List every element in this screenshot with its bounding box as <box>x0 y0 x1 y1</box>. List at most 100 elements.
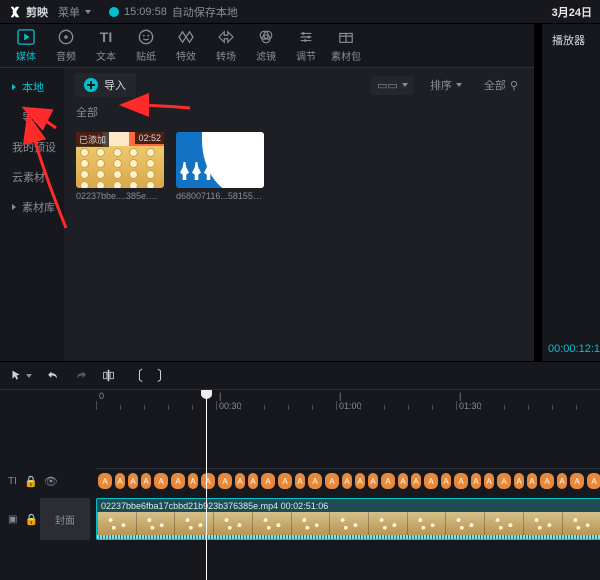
filter-dropdown[interactable]: 全部 ⚲ <box>478 74 524 96</box>
thumb-title: 02237bbe....385e.mp4 <box>76 191 164 201</box>
text-clip[interactable]: A <box>218 473 232 489</box>
text-clip[interactable]: A <box>261 473 275 489</box>
lock-icon[interactable]: 🔒 <box>25 475 37 487</box>
text-clip[interactable]: A <box>471 473 481 489</box>
text-clip[interactable]: A <box>441 473 451 489</box>
playhead[interactable] <box>206 410 207 580</box>
pointer-tool[interactable] <box>10 369 32 382</box>
text-clip[interactable]: A <box>295 473 305 489</box>
text-clip[interactable]: A <box>557 473 567 489</box>
audio-waveform <box>97 535 600 539</box>
timeline-tracks: TI 🔒 👁 AAAAAAAAAAAAAAAAAAAAAAAAAAAAAAAAA… <box>0 410 600 580</box>
undo-button[interactable] <box>46 369 60 382</box>
media-pane: 媒体音频TI文本贴纸特效转场滤镜调节素材包 本地导入我的预设云素材素材库 导入 … <box>0 24 534 361</box>
video-clip[interactable]: 02237bbe6fba17cbbd21b923b376385e.mp4 00:… <box>96 498 600 540</box>
text-clip[interactable]: A <box>98 473 112 489</box>
text-clip[interactable]: A <box>527 473 537 489</box>
text-track-body[interactable]: AAAAAAAAAAAAAAAAAAAAAAAAAAAAAAAAAAA <box>96 470 600 492</box>
mode-tab-media[interactable]: 媒体 <box>6 25 46 66</box>
eye-icon[interactable]: 👁 <box>45 475 57 487</box>
media-thumb[interactable]: d68007116...58155.jpg <box>176 132 264 201</box>
split-tool[interactable] <box>102 369 115 382</box>
text-clip[interactable]: A <box>570 473 584 489</box>
text-icon: TI <box>100 28 112 46</box>
text-clip[interactable]: A <box>355 473 365 489</box>
text-clip[interactable]: A <box>308 473 322 489</box>
mode-tab-label: 素材包 <box>331 48 361 63</box>
chevron-down-icon <box>85 10 91 14</box>
text-clip[interactable]: A <box>201 473 215 489</box>
view-mode-toggle[interactable]: ▭▭ <box>371 76 414 95</box>
mode-tab-label: 媒体 <box>16 48 36 63</box>
bracket-left-tool[interactable]: 〔 <box>129 366 143 386</box>
mode-tab-audio[interactable]: 音频 <box>46 25 86 66</box>
text-track-row: TI 🔒 👁 AAAAAAAAAAAAAAAAAAAAAAAAAAAAAAAAA… <box>0 470 600 492</box>
text-clip[interactable]: A <box>454 473 468 489</box>
workspace: 本地导入我的预设云素材素材库 导入 ▭▭ 排序 <box>0 68 534 361</box>
text-clip[interactable]: A <box>188 473 198 489</box>
mode-tab-sticker[interactable]: 贴纸 <box>126 25 166 66</box>
text-clip[interactable]: A <box>411 473 421 489</box>
sidebar-item[interactable]: 本地 <box>0 72 64 102</box>
bracket-right-tool[interactable]: 〕 <box>157 366 171 386</box>
mode-tab-text[interactable]: TI文本 <box>86 25 126 66</box>
video-track-body[interactable]: 封面 02237bbe6fba17cbbd21b923b376385e.mp4 … <box>96 496 600 542</box>
sidebar-item[interactable]: 云素材 <box>0 162 64 192</box>
import-label: 导入 <box>104 77 126 93</box>
media-thumb[interactable]: 已添加02:5202237bbe....385e.mp4 <box>76 132 164 201</box>
audio-icon <box>58 28 74 46</box>
status-dot-icon <box>109 7 119 17</box>
mode-tab-label: 滤镜 <box>256 48 276 63</box>
text-clip[interactable]: A <box>325 473 339 489</box>
text-clip[interactable]: A <box>128 473 138 489</box>
video-track-icon: ▣ <box>8 514 17 525</box>
mode-tab-adjust[interactable]: 调节 <box>286 25 326 66</box>
redo-button[interactable] <box>74 369 88 382</box>
text-clip[interactable]: A <box>278 473 292 489</box>
text-clip[interactable]: A <box>484 473 494 489</box>
text-clip[interactable]: A <box>381 473 395 489</box>
text-clip[interactable]: A <box>398 473 408 489</box>
import-button[interactable]: 导入 <box>74 73 136 97</box>
text-clip[interactable]: A <box>587 473 600 489</box>
side-nav: 本地导入我的预设云素材素材库 <box>0 68 64 361</box>
menu-button[interactable]: 菜单 <box>58 4 91 20</box>
text-clip[interactable]: A <box>368 473 378 489</box>
menu-label: 菜单 <box>58 4 80 20</box>
sort-label: 排序 <box>430 77 452 93</box>
chevron-down-icon <box>26 374 32 378</box>
text-clip[interactable]: A <box>154 473 168 489</box>
autosave-status: 15:09:58 自动保存本地 <box>109 4 238 20</box>
sidebar-item-label: 素材库 <box>22 199 55 215</box>
sidebar-item[interactable]: 导入 <box>0 102 64 132</box>
mode-tab-transition[interactable]: 转场 <box>206 25 246 66</box>
text-clip[interactable]: A <box>115 473 125 489</box>
sort-dropdown[interactable]: 排序 <box>424 74 468 96</box>
text-clip[interactable]: A <box>540 473 554 489</box>
sidebar-item[interactable]: 我的预设 <box>0 132 64 162</box>
text-clip[interactable]: A <box>342 473 352 489</box>
text-clip[interactable]: A <box>235 473 245 489</box>
text-clip[interactable]: A <box>424 473 438 489</box>
text-clip[interactable]: A <box>497 473 511 489</box>
sidebar-item[interactable]: 素材库 <box>0 192 64 222</box>
mode-tab-filter[interactable]: 滤镜 <box>246 25 286 66</box>
player-pane: 播放器 00:00:12:18 <box>542 24 600 361</box>
playhead-handle[interactable] <box>206 390 207 410</box>
lock-icon[interactable]: 🔒 <box>25 513 37 525</box>
date-label: 3月24日 <box>552 4 592 20</box>
mode-tab-label: 特效 <box>176 48 196 63</box>
cover-slot[interactable]: 封面 <box>40 498 90 540</box>
autosave-time: 15:09:58 <box>124 6 167 18</box>
sidebar-item-label: 我的预设 <box>12 139 56 155</box>
mode-tab-pack[interactable]: 素材包 <box>326 25 366 66</box>
text-clip[interactable]: A <box>514 473 524 489</box>
mode-tab-effect[interactable]: 特效 <box>166 25 206 66</box>
chevron-down-icon <box>456 83 462 87</box>
app-logo: 剪映 <box>8 4 48 20</box>
timeline-ruler[interactable]: 0| 00:30| 01:00| 01:30 <box>0 390 600 410</box>
text-clip[interactable]: A <box>141 473 151 489</box>
mode-tab-label: 贴纸 <box>136 48 156 63</box>
text-clip[interactable]: A <box>248 473 258 489</box>
text-clip[interactable]: A <box>171 473 185 489</box>
